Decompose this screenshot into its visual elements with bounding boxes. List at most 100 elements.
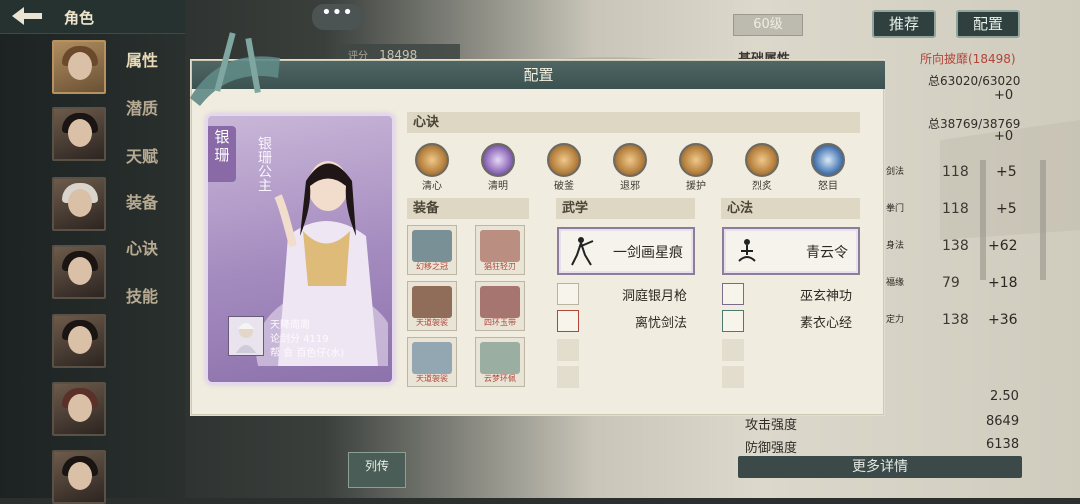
xinjue-slot[interactable]: 退邪: [608, 143, 652, 192]
character-name-tag: 银珊: [208, 126, 236, 182]
attr-value: 79: [942, 275, 960, 291]
attr-plus: +36: [988, 312, 1018, 328]
equip-slot[interactable]: 天道袈裟: [407, 337, 457, 387]
empty-slot[interactable]: [557, 366, 579, 388]
eye-icon: [811, 143, 845, 177]
attr-row: 定力 138 +36: [886, 310, 1026, 347]
xinjue-label: 怒目: [818, 181, 838, 192]
character-portrait[interactable]: [52, 314, 106, 368]
menu-attributes[interactable]: 属性: [126, 47, 158, 71]
xinjue-slot[interactable]: 清心: [410, 143, 454, 192]
config-button[interactable]: 配置: [956, 10, 1020, 38]
character-portrait[interactable]: [52, 450, 106, 504]
shield-icon: [547, 143, 581, 177]
xinjue-slot[interactable]: 破釜: [542, 143, 586, 192]
player-guild: 帮 会 百色仔(水): [270, 344, 344, 359]
equip-slot[interactable]: 猖狂轻刃: [475, 225, 525, 275]
atk-label: 攻击强度: [745, 418, 798, 433]
attr-plus: +5: [996, 164, 1017, 180]
guild-label: 帮 会: [270, 348, 294, 359]
attr-name: 剑法: [886, 167, 905, 177]
attr-row: 身法 138 +62: [886, 236, 1026, 273]
equip-slot[interactable]: 天道袈裟: [407, 281, 457, 331]
more-dots-icon[interactable]: •••: [312, 4, 362, 30]
crit-value: 2.50: [990, 389, 1019, 404]
character-portrait[interactable]: [52, 177, 106, 231]
page-title: 角色: [64, 9, 95, 27]
lotus-icon: [415, 143, 449, 177]
xinjue-slot[interactable]: 援护: [674, 143, 718, 192]
swordsman-icon: [571, 237, 594, 266]
xinjue-slot[interactable]: 怒目: [806, 143, 850, 192]
player-score: 论剑分 4119: [270, 330, 329, 345]
attr-name: 身法: [886, 241, 905, 251]
xinjue-slot[interactable]: 清明: [476, 143, 520, 192]
xinfa-item-label: 巫玄神功: [799, 289, 852, 304]
atk-value: 8649: [986, 414, 1020, 429]
guard-icon: [679, 143, 713, 177]
def-label: 防御强度: [745, 441, 798, 456]
character-portrait[interactable]: [52, 245, 106, 299]
attr-list: 剑法 118 +5 拳门 118 +5 身法 138 +62 福缘 79 +18…: [886, 162, 1026, 347]
xinjue-label: 援护: [686, 181, 706, 192]
attr-row: 拳门 118 +5: [886, 199, 1026, 236]
wuxue-header: 武学: [556, 198, 695, 219]
wuxue-item[interactable]: 洞庭银月枪: [557, 283, 687, 305]
xinfa-header: 心法: [721, 198, 860, 219]
sword-ornament-icon: [190, 32, 280, 106]
xinjue-label: 退邪: [620, 181, 640, 192]
equip-header: 装备: [407, 198, 529, 219]
wuxue-item-label: 洞庭银月枪: [621, 289, 687, 304]
equip-label: 幻移之冠: [416, 262, 448, 271]
attr-value: 118: [942, 164, 969, 180]
gate-icon: [613, 143, 647, 177]
xinjue-label: 破釜: [554, 181, 574, 192]
equip-slot[interactable]: 云梦环佩: [475, 337, 525, 387]
menu-xinjue[interactable]: 心诀: [126, 235, 158, 259]
equip-slot[interactable]: 幻移之冠: [407, 225, 457, 275]
menu-skills[interactable]: 技能: [126, 283, 158, 307]
skill-icon: [722, 310, 744, 332]
modal-title: 配置: [192, 61, 885, 89]
invincible-text: 所向披靡(18498): [920, 52, 1016, 66]
attr-plus: +5: [996, 201, 1017, 217]
skill-icon: [557, 283, 579, 305]
attr-row: 福缘 79 +18: [886, 273, 1026, 310]
wuxue-main-slot[interactable]: 一剑画星痕: [557, 227, 695, 275]
attr-plus: +62: [988, 238, 1018, 254]
player-avatar[interactable]: [228, 316, 264, 356]
empty-slot[interactable]: [557, 339, 579, 361]
equip-label: 天道袈裟: [416, 374, 448, 383]
xinfa-item[interactable]: 巫玄神功: [722, 283, 852, 305]
equip-label: 猖狂轻刃: [484, 262, 516, 271]
hp-plus: +0: [994, 88, 1014, 103]
xinjue-row: 清心 清明 破釜 退邪 援护 烈炙 怒目: [410, 143, 860, 195]
character-portrait[interactable]: [52, 107, 106, 161]
character-portrait[interactable]: [52, 40, 106, 94]
xinfa-main-label: 青云令: [806, 245, 848, 261]
menu-potential[interactable]: 潜质: [126, 95, 158, 119]
back-arrow-icon[interactable]: [6, 4, 46, 28]
config-modal: 配置 银珊 银珊公主 天降周周 论剑分 4119 帮 会 百色仔(水) 心诀 清…: [191, 60, 885, 415]
wuxue-item[interactable]: 离忧剑法: [557, 310, 687, 332]
attr-plus: +18: [988, 275, 1018, 291]
empty-slot[interactable]: [722, 339, 744, 361]
xinjue-label: 清心: [422, 181, 442, 192]
empty-slot[interactable]: [722, 366, 744, 388]
character-portrait[interactable]: [52, 382, 106, 436]
menu-equipment[interactable]: 装备: [126, 189, 158, 213]
menu-talent[interactable]: 天赋: [126, 143, 158, 167]
more-details-button[interactable]: 更多详情: [738, 456, 1022, 478]
biography-button[interactable]: 列传: [348, 452, 406, 488]
xinfa-main-slot[interactable]: 青云令: [722, 227, 860, 275]
recommend-button[interactable]: 推荐: [872, 10, 936, 38]
character-title: 银珊公主: [256, 136, 272, 192]
player-name: 天降周周: [270, 320, 310, 331]
xinjue-slot[interactable]: 烈炙: [740, 143, 784, 192]
attr-value: 118: [942, 201, 969, 217]
attr-value: 138: [942, 312, 969, 328]
def-value: 6138: [986, 437, 1020, 452]
xinjue-label: 烈炙: [752, 181, 772, 192]
xinfa-item[interactable]: 素衣心经: [722, 310, 852, 332]
equip-slot[interactable]: 四环玉带: [475, 281, 525, 331]
